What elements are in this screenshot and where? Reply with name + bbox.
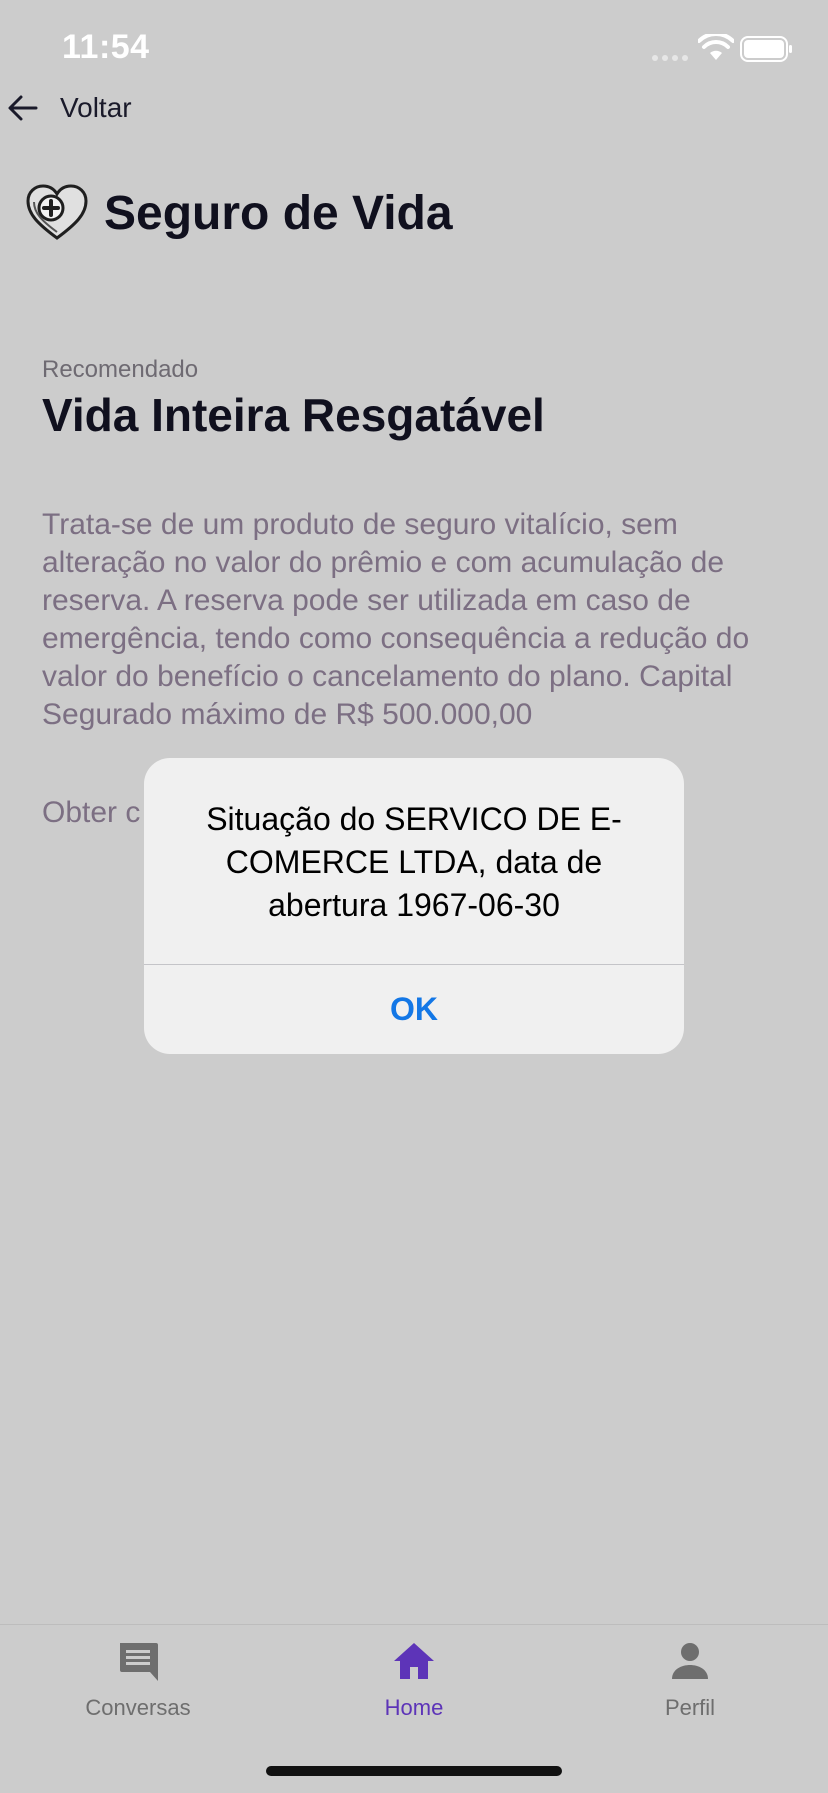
battery-icon: [740, 36, 792, 62]
alert-dialog: Situação do SERVICO DE E-COMERCE LTDA, d…: [144, 758, 684, 1054]
alert-ok-button[interactable]: OK: [144, 965, 684, 1054]
alert-message: Situação do SERVICO DE E-COMERCE LTDA, d…: [206, 801, 622, 923]
back-button[interactable]: Voltar: [4, 88, 132, 128]
tab-home[interactable]: Home: [314, 1639, 514, 1721]
status-bar: 11:54: [0, 0, 828, 100]
tab-label: Home: [384, 1695, 444, 1720]
chat-icon: [120, 1643, 158, 1681]
home-icon: [394, 1643, 434, 1679]
tab-conversas[interactable]: Conversas: [38, 1639, 238, 1721]
page-title: Seguro de Vida: [104, 186, 453, 240]
back-label: Voltar: [60, 92, 132, 123]
heart-plus-icon: [26, 184, 88, 240]
home-indicator[interactable]: [266, 1766, 562, 1776]
tab-label: Perfil: [664, 1695, 716, 1720]
page-header: Seguro de Vida: [24, 180, 453, 246]
back-arrow-icon: [8, 95, 38, 121]
screen: 11:54 Voltar Seguro de Vida Recomendado …: [0, 0, 828, 1793]
wifi-icon: [698, 34, 734, 60]
person-icon: [672, 1643, 708, 1679]
tab-label: Conversas: [85, 1695, 191, 1720]
recommended-label: Recomendado: [42, 356, 199, 383]
product-title: Vida Inteira Resgatável: [42, 389, 545, 441]
product-description: Trata-se de um produto de seguro vitalíc…: [42, 508, 750, 731]
tab-perfil[interactable]: Perfil: [590, 1639, 790, 1721]
status-time: 11:54: [62, 28, 150, 66]
obter-link[interactable]: Obter c: [42, 796, 140, 830]
signal-icon: [652, 48, 692, 61]
